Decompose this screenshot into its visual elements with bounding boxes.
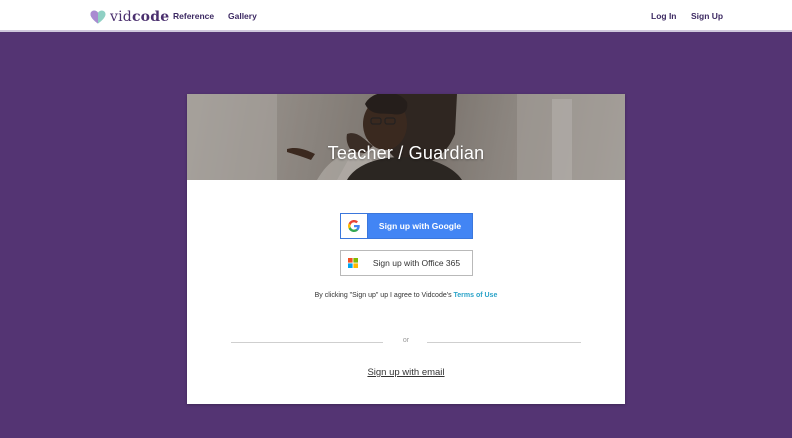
or-separator: or	[402, 337, 410, 344]
google-signup-button[interactable]: Sign up with Google	[340, 213, 473, 239]
signup-card: Teacher / Guardian Sign up with Google S…	[187, 94, 625, 404]
email-signup-link[interactable]: Sign up with email	[367, 367, 444, 378]
login-link[interactable]: Log In	[651, 11, 677, 21]
email-signup-row: Sign up with email	[187, 367, 625, 378]
office365-signup-button[interactable]: Sign up with Office 365	[340, 250, 473, 276]
divider-right	[427, 342, 581, 343]
nav-gallery-link[interactable]: Gallery	[228, 11, 257, 21]
card-title: Teacher / Guardian	[327, 143, 485, 163]
logo-wordmark: vidcode	[110, 9, 170, 25]
top-navbar: vidcode Reference Gallery Log In Sign Up	[0, 0, 792, 32]
google-icon-box	[341, 214, 368, 238]
header-overlay	[187, 94, 625, 180]
google-button-label: Sign up with Google	[378, 221, 462, 231]
heart-logo-icon	[90, 10, 106, 24]
terms-of-use-link[interactable]: Terms of Use	[454, 292, 498, 299]
terms-notice: By clicking "Sign up" up I agree to Vidc…	[187, 292, 625, 299]
card-header-image: Teacher / Guardian	[187, 94, 625, 180]
nav-reference-link[interactable]: Reference	[173, 11, 214, 21]
office-365-icon	[348, 258, 358, 268]
google-g-icon	[348, 220, 360, 232]
divider-left	[231, 342, 383, 343]
signup-link[interactable]: Sign Up	[691, 11, 723, 21]
vidcode-logo[interactable]: vidcode	[90, 9, 169, 25]
terms-text: By clicking "Sign up" up I agree to Vidc…	[314, 292, 454, 299]
office-icon-box	[341, 251, 365, 275]
office-button-label: Sign up with Office 365	[372, 258, 461, 268]
